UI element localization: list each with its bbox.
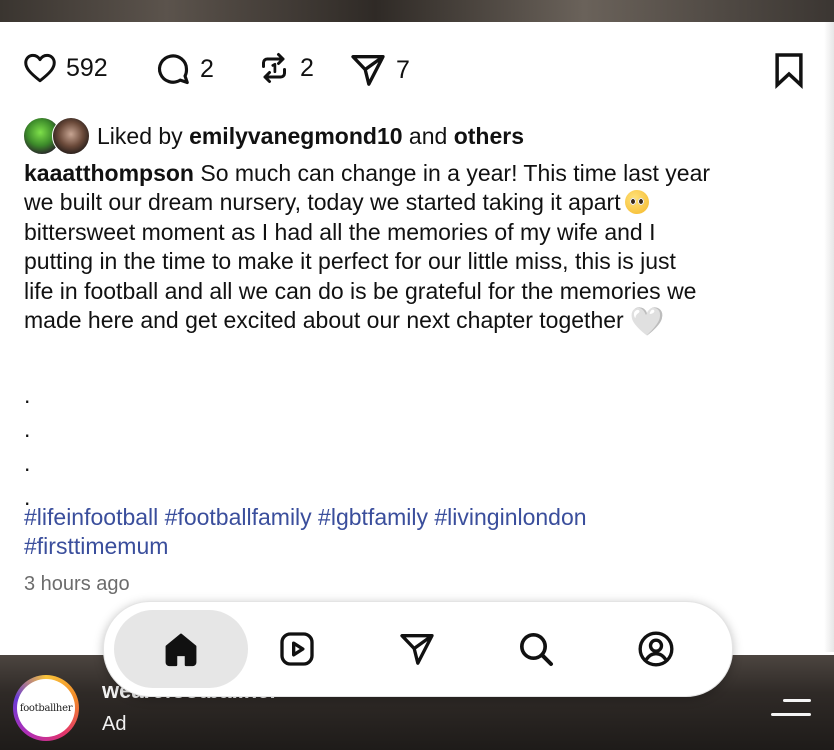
liked-by-others-link[interactable]: others [454, 123, 524, 149]
nav-home[interactable] [159, 627, 203, 671]
caption-line: kaaatthompson So much can change in a ye… [24, 159, 814, 188]
like-button[interactable]: 592 [22, 50, 108, 86]
liked-by-and: and [408, 122, 448, 149]
comments-count: 2 [200, 54, 214, 83]
white-heart-emoji-icon: 🤍 [629, 306, 665, 338]
author-username[interactable]: kaaatthompson [24, 160, 194, 186]
caption-line: putting in the time to make it perfect f… [24, 247, 814, 276]
share-button[interactable]: 7 [348, 50, 410, 90]
shares-count: 7 [396, 55, 410, 84]
share-icon [351, 55, 385, 86]
caption-text: putting in the time to make it perfect f… [24, 248, 676, 275]
post-caption: kaaatthompson So much can change in a ye… [24, 159, 814, 336]
caption-text: made here and get excited about our next… [24, 307, 624, 334]
caption-line: bittersweet moment as I had all the memo… [24, 218, 814, 247]
liked-by-row[interactable]: Liked by emilyvanegmond10 and others [23, 117, 524, 155]
dot: . [24, 416, 31, 442]
liked-by-prefix: Liked by [97, 122, 183, 149]
post-timestamp: 3 hours ago [24, 573, 130, 595]
post-actions: 592 2 2 7 [22, 50, 812, 90]
caption-text: we built our dream nursery, today we sta… [24, 189, 621, 216]
repost-icon [262, 53, 286, 83]
hashtags: #lifeinfootball #footballfamily #lgbtfam… [24, 503, 814, 562]
nav-reels[interactable] [275, 627, 319, 671]
caption-dots: . . . . [24, 378, 30, 514]
dot: . [24, 450, 31, 476]
caption-text: life in football and all we can do is be… [24, 277, 697, 304]
send-icon [400, 634, 434, 665]
menu-icon[interactable] [771, 697, 813, 721]
home-icon [165, 633, 197, 667]
likes-count[interactable]: 592 [66, 54, 108, 83]
avatar [52, 117, 90, 155]
reposts-count: 2 [300, 53, 314, 82]
bookmark-icon [775, 53, 803, 90]
pleading-face-emoji-icon [624, 190, 649, 215]
nav-profile[interactable] [634, 627, 678, 671]
search-icon [520, 633, 553, 666]
dot: . [24, 382, 31, 408]
liked-by-user-link[interactable]: emilyvanegmond10 [189, 123, 402, 149]
comment-button[interactable]: 2 [154, 50, 214, 88]
repost-button[interactable]: 2 [256, 50, 314, 86]
ad-account-avatar[interactable]: footballher [13, 675, 79, 741]
caption-line: made here and get excited about our next… [24, 306, 814, 336]
reels-icon [280, 632, 314, 666]
screen-edge [824, 22, 834, 652]
hashtag-line[interactable]: #lifeinfootball #footballfamily #lgbtfam… [24, 503, 814, 532]
bottom-nav [103, 601, 733, 697]
nav-messages[interactable] [395, 627, 439, 671]
ad-logo: footballher [17, 679, 75, 737]
ad-label: Ad [102, 713, 127, 735]
caption-line: we built our dream nursery, today we sta… [24, 188, 814, 217]
caption-text: So much can change in a year! This time … [200, 160, 711, 186]
caption-line: life in football and all we can do is be… [24, 277, 814, 306]
caption-text: bittersweet moment as I had all the memo… [24, 218, 656, 245]
heart-icon [24, 53, 56, 83]
nav-search[interactable] [514, 627, 558, 671]
liked-by-text: Liked by emilyvanegmond10 and others [97, 123, 524, 150]
comment-icon [157, 54, 189, 85]
profile-icon [638, 631, 674, 667]
hashtag-line[interactable]: #firsttimemum [24, 532, 814, 561]
post-image-bottom [0, 0, 834, 22]
save-button[interactable] [770, 50, 808, 90]
liked-by-avatars [23, 117, 93, 155]
